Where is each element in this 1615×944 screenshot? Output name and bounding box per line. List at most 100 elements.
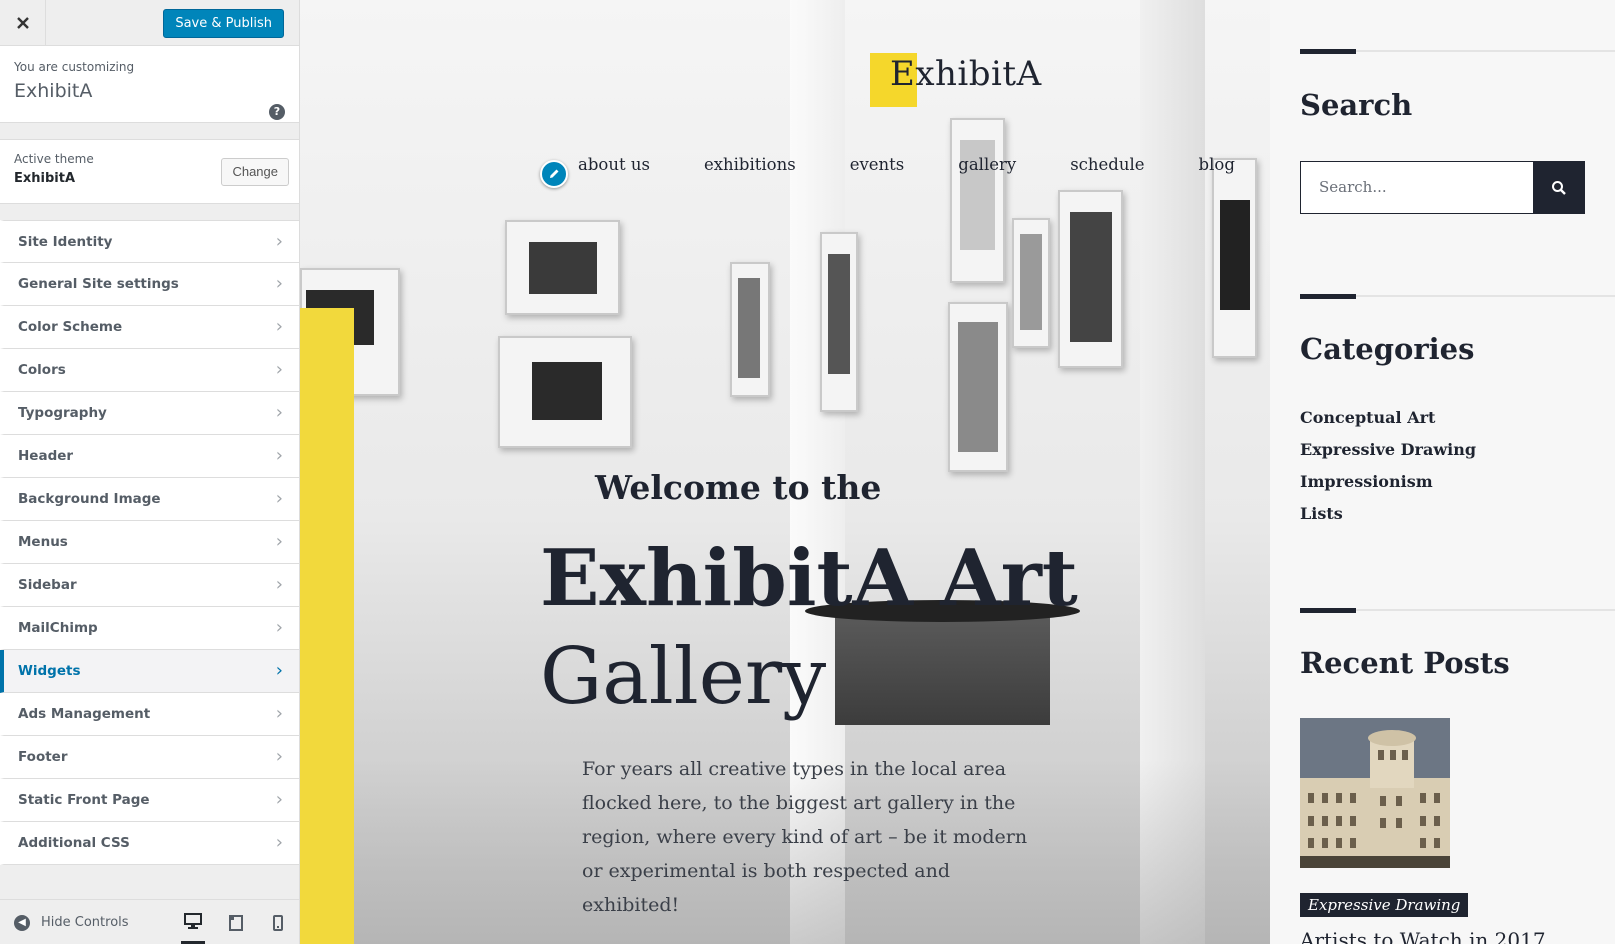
gallery-frame (820, 232, 858, 412)
panel-label: Footer (18, 749, 68, 765)
panel-label: Color Scheme (18, 319, 123, 335)
panel-label: Widgets (18, 663, 81, 679)
chevron-right-icon: › (275, 832, 283, 853)
gallery-frame (498, 336, 632, 448)
gallery-frame (950, 118, 1005, 283)
panel-label: Typography (18, 405, 107, 421)
gallery-frame (1058, 190, 1123, 368)
panel-sidebar[interactable]: Sidebar › (0, 564, 299, 607)
panel-label: Menus (18, 534, 68, 550)
collapse-arrow-icon[interactable]: ◀ (14, 915, 30, 931)
customizer-sidebar: Save & Publish You are customizing Exhib… (0, 0, 300, 944)
hero-description: For years all creative types in the loca… (582, 758, 1028, 916)
panel-static-front-page[interactable]: Static Front Page › (0, 779, 299, 822)
chevron-right-icon: › (275, 231, 283, 252)
widget-accent-bar (1300, 49, 1356, 54)
site-name: ExhibitA (14, 80, 93, 102)
close-icon (16, 17, 29, 29)
chevron-right-icon: › (275, 316, 283, 337)
widget-accent-bar (1300, 294, 1356, 299)
active-theme-section: Active theme ExhibitA Change (0, 139, 299, 204)
panel-mailchimp[interactable]: MailChimp › (0, 607, 299, 650)
site-preview: ExhibitA about us exhibitions events gal… (300, 0, 1615, 944)
mobile-icon[interactable] (266, 911, 290, 935)
customizing-label: You are customizing (14, 60, 135, 74)
nav-item-about-us[interactable]: about us (578, 155, 650, 174)
panel-widgets[interactable]: Widgets › (0, 650, 299, 693)
panel-ads-management[interactable]: Ads Management › (0, 693, 299, 736)
customizer-panel-list: Site Identity › General Site settings › Co… (0, 220, 299, 865)
hide-controls-button[interactable]: Hide Controls (41, 915, 129, 930)
panel-general-site-settings[interactable]: General Site settings › (0, 263, 299, 306)
post-category-badge[interactable]: Expressive Drawing (1300, 893, 1469, 917)
hero-section: ExhibitA about us exhibitions events gal… (300, 0, 1270, 944)
gallery-frame (1012, 218, 1050, 348)
customizer-header: Save & Publish (0, 0, 299, 46)
panel-additional-css[interactable]: Additional CSS › (0, 822, 299, 865)
chevron-right-icon: › (275, 789, 283, 810)
search-icon (1552, 180, 1566, 195)
gallery-frame (730, 262, 770, 397)
widget-accent-bar (1300, 608, 1356, 613)
site-logo[interactable]: ExhibitA (890, 54, 1042, 94)
panel-header[interactable]: Header › (0, 435, 299, 478)
panel-label: MailChimp (18, 620, 98, 636)
panel-background-image[interactable]: Background Image › (0, 478, 299, 521)
panel-label: Header (18, 448, 74, 464)
panel-label: Site Identity (18, 234, 113, 250)
panel-label: Ads Management (18, 706, 151, 722)
nav-item-schedule[interactable]: schedule (1070, 155, 1144, 174)
help-icon[interactable]: ? (269, 104, 285, 120)
chevron-right-icon: › (275, 617, 283, 638)
search-button[interactable] (1533, 161, 1585, 214)
desktop-icon[interactable] (181, 910, 205, 944)
chevron-right-icon: › (275, 359, 283, 380)
customizing-info: You are customizing ExhibitA ? (0, 46, 299, 123)
panel-label: Background Image (18, 491, 161, 507)
chevron-right-icon: › (275, 574, 283, 595)
chevron-right-icon: › (275, 273, 283, 294)
edit-shortcut-button[interactable] (540, 160, 568, 188)
welcome-heading: Welcome to the (595, 468, 882, 507)
panel-label: Additional CSS (18, 835, 130, 851)
post-thumbnail[interactable] (1300, 718, 1450, 868)
panel-label: Colors (18, 362, 66, 378)
nav-item-exhibitions[interactable]: exhibitions (704, 155, 796, 174)
panel-typography[interactable]: Typography › (0, 392, 299, 435)
panel-menus[interactable]: Menus › (0, 521, 299, 564)
category-link[interactable]: Lists (1300, 504, 1343, 523)
hero-title: ExhibitA Art Gallery (540, 530, 1100, 726)
nav-item-gallery[interactable]: gallery (958, 155, 1016, 174)
panel-label: Static Front Page (18, 792, 150, 808)
pencil-icon (550, 169, 559, 178)
panel-colors[interactable]: Colors › (0, 349, 299, 392)
panel-label: General Site settings (18, 276, 179, 292)
category-link[interactable]: Impressionism (1300, 472, 1433, 491)
chevron-right-icon: › (275, 703, 283, 724)
gallery-frame (948, 302, 1008, 472)
panel-site-identity[interactable]: Site Identity › (0, 220, 299, 263)
tablet-icon[interactable] (224, 911, 248, 935)
yellow-accent-strip (300, 308, 354, 944)
chevron-right-icon: › (275, 531, 283, 552)
panel-color-scheme[interactable]: Color Scheme › (0, 306, 299, 349)
close-customizer-button[interactable] (0, 0, 46, 46)
nav-item-blog[interactable]: blog (1199, 155, 1235, 174)
chevron-right-icon: › (275, 746, 283, 767)
change-theme-button[interactable]: Change (221, 158, 289, 186)
chevron-right-icon: › (275, 488, 283, 509)
post-title[interactable]: Artists to Watch in 2017 (1300, 928, 1546, 944)
gallery-frame (505, 220, 620, 315)
customizer-footer: ◀ Hide Controls (0, 899, 299, 944)
categories-widget-title: Categories (1300, 332, 1475, 366)
hero-title-line1: ExhibitA Art (540, 533, 1078, 624)
category-link[interactable]: Expressive Drawing (1300, 440, 1476, 459)
category-link[interactable]: Conceptual Art (1300, 408, 1435, 427)
recent-posts-widget-title: Recent Posts (1300, 646, 1510, 680)
nav-item-events[interactable]: events (850, 155, 905, 174)
panel-footer[interactable]: Footer › (0, 736, 299, 779)
save-publish-button[interactable]: Save & Publish (163, 9, 284, 38)
building-image (1300, 718, 1450, 868)
search-widget-title: Search (1300, 88, 1413, 122)
search-input[interactable]: Search... (1300, 161, 1534, 214)
